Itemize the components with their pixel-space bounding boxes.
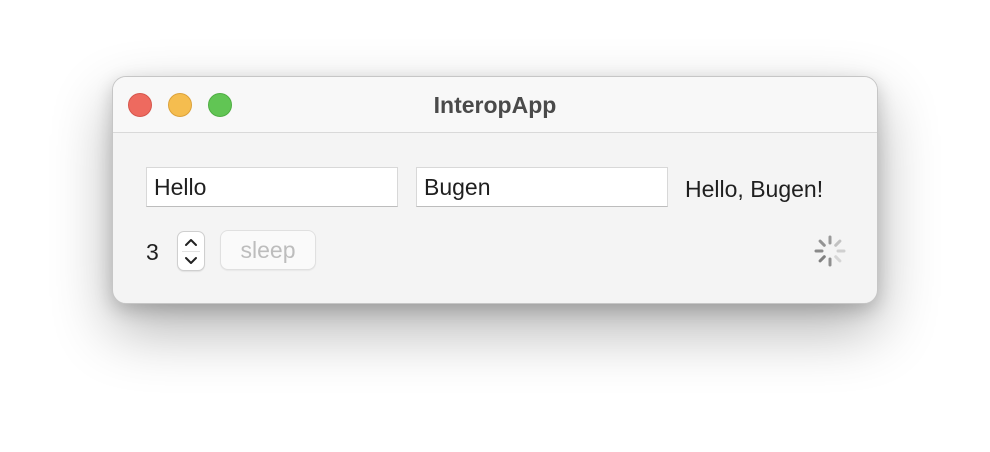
title-bar: InteropApp: [113, 77, 877, 133]
stepper-decrement[interactable]: [178, 251, 204, 270]
chevron-up-icon: [185, 238, 197, 246]
count-value: 3: [146, 239, 159, 265]
sleep-button[interactable]: sleep: [220, 230, 316, 270]
window-content: Hello, Bugen! 3 sleep: [113, 133, 877, 303]
count-stepper[interactable]: [177, 231, 205, 271]
spinner-icon: [814, 235, 846, 267]
greeting-label: Hello, Bugen!: [685, 176, 824, 202]
second-text-field[interactable]: [416, 167, 668, 207]
first-text-field[interactable]: [146, 167, 398, 207]
stepper-increment[interactable]: [178, 232, 204, 251]
chevron-down-icon: [185, 256, 197, 264]
app-window: InteropApp Hello, Bugen! 3: [112, 76, 878, 304]
desktop-background: InteropApp Hello, Bugen! 3: [0, 0, 990, 452]
window-title: InteropApp: [433, 92, 557, 118]
